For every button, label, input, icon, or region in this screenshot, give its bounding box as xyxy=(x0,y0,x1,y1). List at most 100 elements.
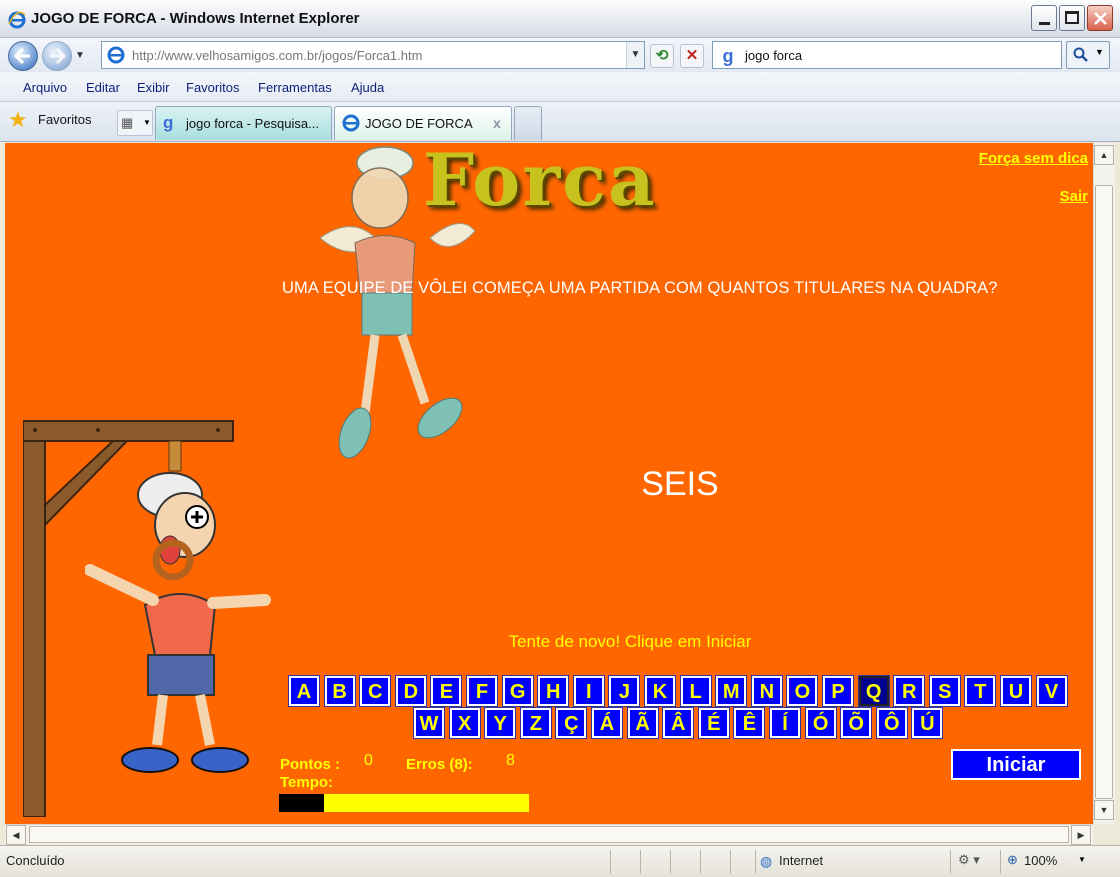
status-divider xyxy=(610,850,611,874)
status-bar: Concluído ◍ Internet ⚙ ▾ ⊕ 100% ▼ xyxy=(0,845,1120,877)
forward-button[interactable] xyxy=(42,41,72,71)
letter-key[interactable]: P xyxy=(822,675,854,707)
menu-exibir[interactable]: Exibir xyxy=(137,80,170,95)
letter-key[interactable]: G xyxy=(501,675,534,707)
address-dropdown-icon[interactable]: ▼ xyxy=(626,42,644,68)
address-bar[interactable]: http://www.velhosamigos.com.br/jogos/For… xyxy=(101,41,645,69)
chevron-down-icon: ▼ xyxy=(143,118,151,127)
letter-key[interactable]: É xyxy=(697,707,730,739)
protected-mode-icon[interactable]: ⚙ ▾ xyxy=(958,852,980,868)
zone-label: Internet xyxy=(779,853,824,868)
vertical-scrollbar[interactable]: ▲ ▼ xyxy=(1093,143,1115,824)
close-tab-icon[interactable]: x xyxy=(493,115,501,131)
tab-bar: ★ Favoritos ▦ ▼ g jogo forca - Pesquisa..… xyxy=(0,102,1120,142)
back-button[interactable] xyxy=(8,41,38,71)
menu-bar: Arquivo Editar Exibir Favoritos Ferramen… xyxy=(0,72,1120,102)
minimize-button[interactable] xyxy=(1031,5,1057,31)
close-window-button[interactable] xyxy=(1087,5,1113,31)
letter-key[interactable]: X xyxy=(448,707,481,739)
status-divider xyxy=(730,850,731,874)
letter-key[interactable]: L xyxy=(679,675,712,707)
title-bar: JOGO DE FORCA - Windows Internet Explore… xyxy=(0,0,1120,38)
letter-key[interactable]: R xyxy=(893,675,926,707)
letter-key[interactable]: Ã xyxy=(626,707,659,739)
tab-label: JOGO DE FORCA xyxy=(365,116,473,131)
letter-key[interactable]: S xyxy=(928,675,961,707)
menu-editar[interactable]: Editar xyxy=(86,80,120,95)
letter-key[interactable]: Ú xyxy=(911,707,944,739)
hscroll-thumb[interactable] xyxy=(29,826,1069,843)
letter-key[interactable]: Í xyxy=(769,707,801,739)
letter-key[interactable]: V xyxy=(1035,675,1068,707)
ie-logo-icon xyxy=(8,11,26,29)
time-label: Tempo: xyxy=(280,774,334,791)
letter-key[interactable]: C xyxy=(359,675,392,707)
points-label: Pontos : xyxy=(280,756,340,773)
quick-tabs-button[interactable]: ▦ ▼ xyxy=(117,110,153,136)
menu-arquivo[interactable]: Arquivo xyxy=(23,80,67,95)
zoom-dropdown-icon[interactable]: ▼ xyxy=(1078,855,1086,864)
window-title: JOGO DE FORCA - Windows Internet Explore… xyxy=(31,10,360,27)
menu-favoritos[interactable]: Favoritos xyxy=(186,80,239,95)
scroll-right-icon[interactable]: ▶ xyxy=(1071,825,1091,845)
letter-key[interactable]: N xyxy=(750,675,783,707)
letter-key[interactable]: Ç xyxy=(555,707,588,739)
horizontal-scrollbar[interactable]: ◀ ▶ xyxy=(5,824,1093,845)
scroll-down-icon[interactable]: ▼ xyxy=(1094,800,1114,820)
refresh-button[interactable]: ⟲ xyxy=(650,44,674,68)
search-input[interactable]: jogo forca xyxy=(745,48,802,63)
menu-ferramentas[interactable]: Ferramentas xyxy=(258,80,332,95)
refresh-icon: ⟲ xyxy=(655,47,669,64)
status-divider xyxy=(640,850,641,874)
tab-label: jogo forca - Pesquisa... xyxy=(186,116,319,131)
letter-key[interactable]: Y xyxy=(484,707,517,739)
letter-key[interactable]: Â xyxy=(662,707,695,739)
time-bar xyxy=(279,794,529,812)
status-text: Concluído xyxy=(6,853,65,868)
scroll-left-icon[interactable]: ◀ xyxy=(6,825,26,845)
letter-key[interactable]: K xyxy=(644,675,676,707)
letter-key[interactable]: D xyxy=(394,675,427,707)
letter-key[interactable]: T xyxy=(964,675,997,707)
letter-key[interactable]: H xyxy=(537,675,570,707)
stop-button[interactable]: ✕ xyxy=(680,44,704,68)
star-icon: ★ xyxy=(8,107,28,132)
letter-key[interactable]: Ê xyxy=(733,707,766,739)
history-dropdown-icon[interactable]: ▼ xyxy=(75,50,85,61)
status-divider xyxy=(755,850,756,874)
zoom-icon[interactable]: ⊕ xyxy=(1007,852,1018,868)
letter-key[interactable]: W xyxy=(413,707,445,739)
letter-key[interactable]: U xyxy=(1000,675,1032,707)
ie-page-icon xyxy=(342,114,360,132)
stop-icon: ✕ xyxy=(685,47,699,64)
letter-key[interactable]: Q xyxy=(857,675,890,707)
letter-key[interactable]: A xyxy=(288,675,320,707)
search-dropdown-icon: ▼ xyxy=(1095,47,1104,57)
letter-key[interactable]: F xyxy=(466,675,498,707)
search-box[interactable]: g jogo forca xyxy=(712,41,1062,69)
menu-ajuda[interactable]: Ajuda xyxy=(351,80,384,95)
zoom-level[interactable]: 100% xyxy=(1024,853,1057,868)
letter-key[interactable]: Ô xyxy=(875,707,908,739)
search-button[interactable]: ▼ xyxy=(1066,41,1110,69)
letter-key[interactable]: Õ xyxy=(840,707,873,739)
letter-key[interactable]: I xyxy=(572,675,605,707)
tab-jogo-de-forca[interactable]: JOGO DE FORCA x xyxy=(334,106,512,140)
letter-key[interactable]: Z xyxy=(519,707,552,739)
letter-key[interactable]: J xyxy=(608,675,641,707)
letter-key[interactable]: M xyxy=(715,675,748,707)
letter-key[interactable]: B xyxy=(323,675,356,707)
page-content: Forca Força sem dica Sair UMA EQUIPE DE … xyxy=(5,143,1093,824)
maximize-button[interactable] xyxy=(1059,5,1085,31)
letter-key[interactable]: Á xyxy=(591,707,623,739)
scroll-up-icon[interactable]: ▲ xyxy=(1094,145,1114,165)
letter-key[interactable]: Ó xyxy=(804,707,837,739)
start-button[interactable]: Iniciar xyxy=(951,749,1081,780)
letter-key[interactable]: O xyxy=(786,675,819,707)
time-bar-elapsed xyxy=(279,794,324,812)
new-tab-button[interactable] xyxy=(514,106,542,140)
scroll-thumb[interactable] xyxy=(1095,185,1113,799)
status-divider xyxy=(950,850,951,874)
tab-google-search[interactable]: g jogo forca - Pesquisa... xyxy=(155,106,332,140)
letter-key[interactable]: E xyxy=(430,675,463,707)
